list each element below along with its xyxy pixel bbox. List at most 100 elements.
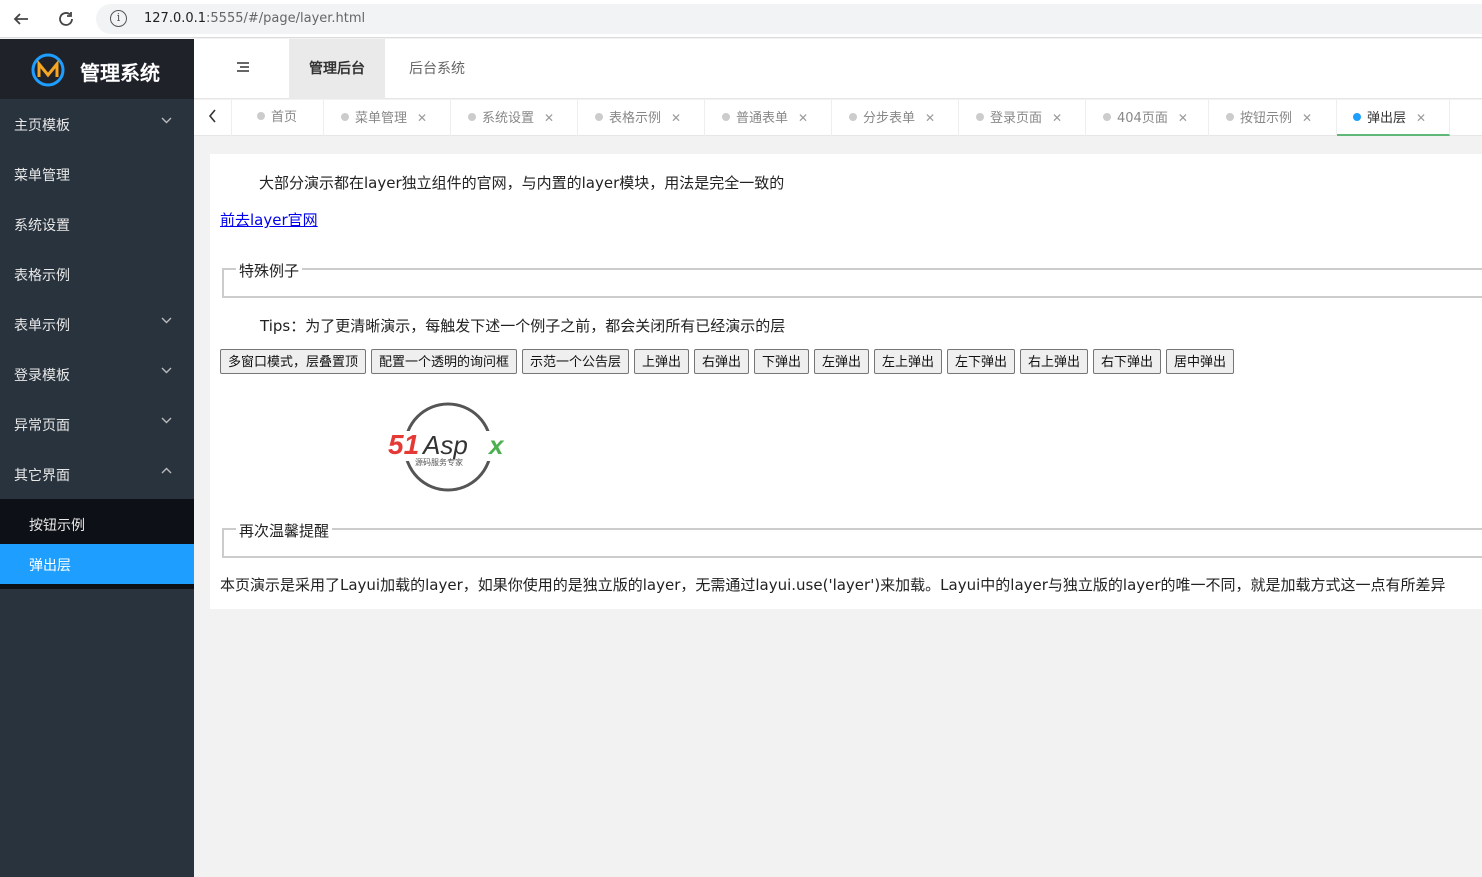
chevron-down-icon	[161, 416, 172, 427]
svg-text:Asp: Asp	[421, 430, 468, 460]
fieldset-legend: 特殊例子	[236, 260, 303, 281]
popup-top-button[interactable]: 上弹出	[634, 349, 690, 374]
tab-step-form[interactable]: 分步表单 ✕	[832, 100, 959, 136]
sidebar-item-label: 系统设置	[14, 218, 70, 234]
tab-normal-form[interactable]: 普通表单 ✕	[705, 100, 832, 136]
sidebar-subitem-label: 按钮示例	[29, 518, 85, 534]
sidebar-item-system-settings[interactable]: 系统设置	[0, 199, 194, 249]
multi-window-button[interactable]: 多窗口模式，层叠置顶	[220, 349, 367, 374]
intro-text: 大部分演示都在layer独立组件的官网，与内置的layer模块，用法是完全一致的	[259, 174, 785, 192]
sidebar-item-menu-management[interactable]: 菜单管理	[0, 149, 194, 199]
close-icon[interactable]: ✕	[798, 111, 808, 125]
sidebar-item-label: 异常页面	[14, 418, 70, 434]
tab-table-example[interactable]: 表格示例 ✕	[578, 100, 705, 136]
tab-label: 登录页面	[990, 111, 1043, 126]
tab-dot-icon	[722, 113, 730, 121]
notice-text: 本页演示是采用了Layui加载的layer，如果你使用的是独立版的layer，无…	[220, 576, 1446, 594]
close-icon[interactable]: ✕	[1052, 111, 1062, 125]
tab-dot-icon	[257, 112, 265, 120]
sidebar-item-form-example[interactable]: 表单示例	[0, 299, 194, 349]
close-icon[interactable]: ✕	[1178, 111, 1188, 125]
notice-layer-button[interactable]: 示范一个公告层	[522, 349, 630, 374]
address-bar[interactable]: i 127.0.0.1:5555/#/page/layer.html	[96, 4, 1482, 34]
tab-label: 弹出层	[1367, 111, 1407, 126]
svg-text:51: 51	[388, 429, 419, 460]
tab-label: 菜单管理	[355, 111, 408, 126]
fieldset-special-examples: 特殊例子	[222, 260, 1482, 298]
tab-dot-icon	[595, 113, 603, 121]
info-icon[interactable]: i	[110, 10, 127, 27]
popup-top-right-button[interactable]: 右上弹出	[1020, 349, 1089, 374]
tab-button-example[interactable]: 按钮示例 ✕	[1209, 100, 1337, 136]
close-icon[interactable]: ✕	[671, 111, 681, 125]
top-nav-admin[interactable]: 管理后台	[289, 39, 385, 99]
tab-login-page[interactable]: 登录页面 ✕	[959, 100, 1086, 136]
popup-bottom-right-button[interactable]: 右下弹出	[1093, 349, 1162, 374]
tab-label: 首页	[271, 110, 298, 125]
sidebar-subitem-button-example[interactable]: 按钮示例	[0, 504, 194, 544]
sidebar-subitem-popup-layer[interactable]: 弹出层	[0, 544, 194, 584]
sidebar-subitem-label: 弹出层	[29, 558, 71, 574]
transparent-confirm-button[interactable]: 配置一个透明的询问框	[371, 349, 518, 374]
sidebar-item-label: 表格示例	[14, 268, 70, 284]
tab-menu-management[interactable]: 菜单管理 ✕	[324, 100, 451, 136]
close-icon[interactable]: ✕	[544, 111, 554, 125]
tab-label: 404页面	[1117, 111, 1168, 126]
url-text: 127.0.0.1:5555/#/page/layer.html	[144, 11, 366, 26]
hamburger-icon[interactable]	[236, 61, 250, 77]
layer-official-link[interactable]: 前去layer官网	[220, 209, 318, 230]
tab-dot-icon	[976, 113, 984, 121]
browser-toolbar: i 127.0.0.1:5555/#/page/layer.html	[0, 0, 1482, 38]
chevron-down-icon	[161, 366, 172, 377]
popup-left-button[interactable]: 左弹出	[814, 349, 870, 374]
sidebar-item-label: 其它界面	[14, 468, 70, 484]
brand-logo-51aspx: 51 Asp x 源码服务专家	[386, 402, 512, 492]
tab-dot-icon	[849, 113, 857, 121]
sidebar-item-table-example[interactable]: 表格示例	[0, 249, 194, 299]
submenu-other-interfaces: 按钮示例 弹出层	[0, 499, 194, 589]
logo-icon	[31, 53, 65, 87]
tab-dot-icon	[468, 113, 476, 121]
sidebar: 管理系统 主页模板 菜单管理 系统设置 表格示例 表单示例 登录模板 异常页面 …	[0, 39, 194, 877]
chevron-down-icon	[161, 316, 172, 327]
popup-center-button[interactable]: 居中弹出	[1166, 349, 1235, 374]
tab-404-page[interactable]: 404页面 ✕	[1086, 100, 1209, 136]
tab-popup-layer[interactable]: 弹出层 ✕	[1337, 100, 1450, 136]
popup-right-button[interactable]: 右弹出	[694, 349, 750, 374]
sidebar-item-other-interfaces[interactable]: 其它界面	[0, 449, 194, 499]
tab-label: 分步表单	[863, 111, 916, 126]
sidebar-item-home-template[interactable]: 主页模板	[0, 99, 194, 149]
sidebar-item-label: 菜单管理	[14, 168, 70, 184]
content-card: 大部分演示都在layer独立组件的官网，与内置的layer模块，用法是完全一致的…	[210, 154, 1482, 609]
fieldset-reminder: 再次温馨提醒	[222, 520, 1482, 558]
popup-bottom-button[interactable]: 下弹出	[754, 349, 810, 374]
svg-text:x: x	[487, 430, 505, 460]
fieldset-legend: 再次温馨提醒	[236, 520, 333, 541]
close-icon[interactable]: ✕	[925, 111, 935, 125]
tab-system-settings[interactable]: 系统设置 ✕	[451, 100, 578, 136]
tab-label: 按钮示例	[1240, 111, 1293, 126]
top-nav-backend[interactable]: 后台系统	[389, 39, 485, 99]
tab-label: 表格示例	[609, 111, 662, 126]
close-icon[interactable]: ✕	[1416, 111, 1426, 125]
popup-top-left-button[interactable]: 左上弹出	[874, 349, 943, 374]
sidebar-item-label: 主页模板	[14, 118, 70, 134]
top-header: 管理后台 后台系统	[194, 39, 1482, 99]
sidebar-item-login-template[interactable]: 登录模板	[0, 349, 194, 399]
tab-dot-icon	[1226, 113, 1234, 121]
reload-icon[interactable]	[53, 6, 79, 32]
chevron-left-icon[interactable]	[194, 100, 232, 136]
close-icon[interactable]: ✕	[417, 111, 427, 125]
logo-area[interactable]: 管理系统	[0, 39, 194, 99]
tab-label: 普通表单	[736, 111, 789, 126]
tab-label: 系统设置	[482, 111, 535, 126]
tab-home[interactable]: 首页	[232, 100, 324, 136]
close-icon[interactable]: ✕	[1302, 111, 1312, 125]
sidebar-item-label: 表单示例	[14, 318, 70, 334]
popup-bottom-left-button[interactable]: 左下弹出	[947, 349, 1016, 374]
tips-text: Tips：为了更清晰演示，每触发下述一个例子之前，都会关闭所有已经演示的层	[260, 317, 786, 335]
chevron-down-icon	[161, 116, 172, 127]
sidebar-item-error-pages[interactable]: 异常页面	[0, 399, 194, 449]
back-arrow-icon[interactable]	[8, 6, 34, 32]
chevron-up-icon	[161, 466, 172, 477]
